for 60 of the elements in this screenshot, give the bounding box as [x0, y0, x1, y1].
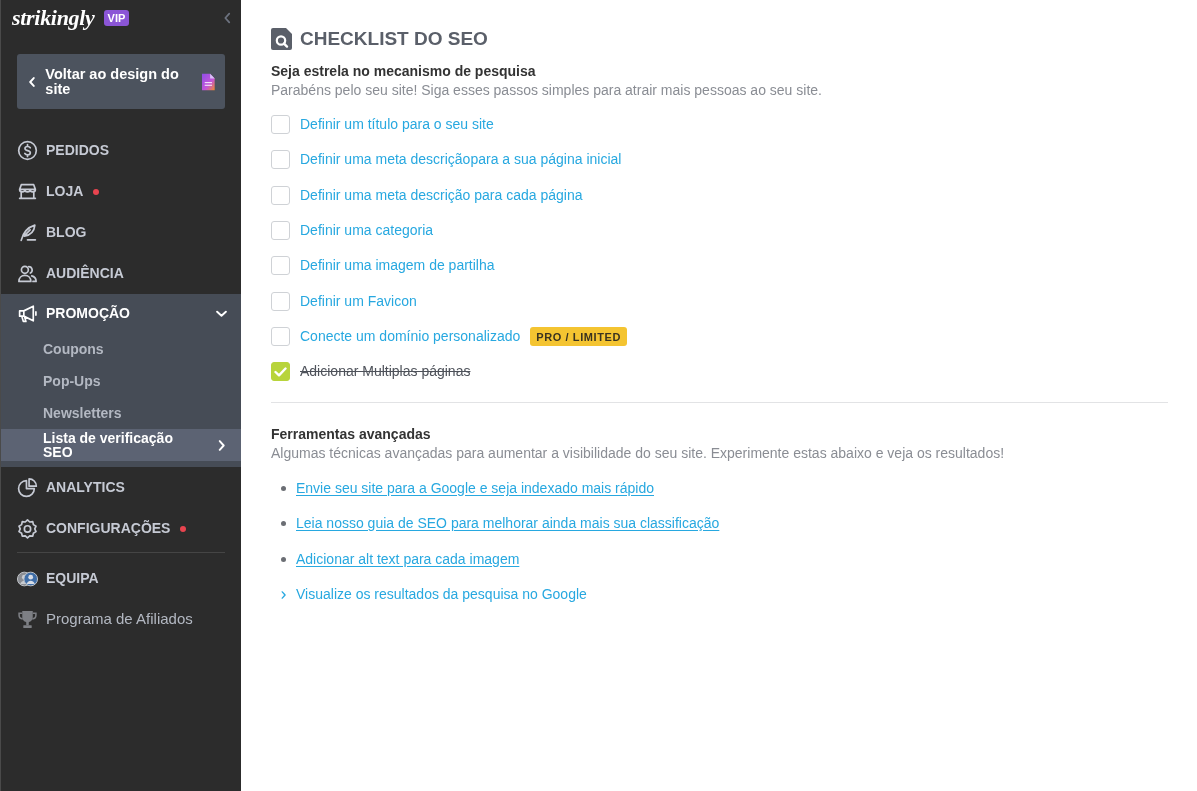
chevron-left-icon — [29, 75, 36, 88]
checklist-link[interactable]: Definir uma imagem de partilha — [300, 255, 495, 277]
checkbox[interactable] — [271, 326, 290, 346]
bullet-icon — [281, 556, 286, 562]
feather-icon — [17, 222, 38, 243]
checkbox[interactable] — [271, 185, 290, 205]
nav-item[interactable]: PEDIDOS — [1, 130, 241, 171]
section-description: Parabéns pelo seu site! Siga esses passos simples para atrair mais pessoas ao seu site. — [271, 81, 823, 100]
megaphone-icon — [17, 303, 38, 324]
checkbox[interactable] — [271, 256, 290, 276]
bullet-icon — [281, 485, 286, 491]
nav-item[interactable]: LOJA — [1, 171, 241, 212]
checklist-link[interactable]: Adicionar Multiplas páginas — [300, 361, 471, 383]
checklist-link[interactable]: Definir uma categoria — [300, 220, 434, 242]
avatar-pair-icon — [17, 569, 38, 588]
checklist-link[interactable]: Definir um título para o seu site — [300, 114, 494, 136]
help-link[interactable]: Leia nosso guia de SEO para melhorar ainda mais sua classificação — [296, 513, 720, 535]
submenu-item[interactable]: Pop-Ups — [1, 365, 241, 397]
dollar-icon — [17, 140, 38, 161]
bullet-icon — [281, 521, 286, 527]
trophy-icon — [17, 610, 38, 629]
section-heading: Seja estrela no mecanismo de pesquisa — [271, 62, 537, 80]
submenu-item[interactable]: Coupons — [1, 333, 241, 365]
checklist-link[interactable]: Definir um Favicon — [300, 290, 417, 312]
submenu-item[interactable]: Newsletters — [1, 397, 241, 429]
nav-item[interactable]: EQUIPA — [1, 558, 241, 599]
search-tile-icon — [271, 28, 292, 50]
checkbox[interactable] — [271, 362, 290, 382]
brand-logo[interactable]: strikingly — [12, 7, 95, 29]
document-icon — [202, 72, 215, 91]
checklist-link[interactable]: Conecte um domínio personalizado — [300, 325, 521, 347]
expander-link[interactable]: Visualize os resultados da pesquisa no Google — [296, 584, 587, 606]
nav-item[interactable]: ANALYTICS — [1, 467, 241, 508]
collapse-button[interactable] — [222, 12, 233, 24]
nav-item[interactable]: BLOG — [1, 212, 241, 253]
checklist-link[interactable]: Definir uma meta descriçãopara a sua página inicial — [300, 149, 622, 171]
nav-item[interactable]: AUDIÊNCIA — [1, 253, 241, 294]
plan-badge: PRO / LIMITED — [530, 326, 628, 346]
back-to-design-button[interactable]: Voltar ao design do site — [17, 54, 225, 109]
store-icon — [17, 181, 38, 202]
help-link[interactable]: Envie seu site para a Google e seja indexado mais rápido — [296, 477, 654, 499]
gear-icon — [17, 518, 38, 539]
section-heading: Ferramentas avançadas — [271, 425, 432, 444]
checkbox[interactable] — [271, 291, 290, 311]
page-title: CHECKLIST DO SEO — [300, 28, 488, 50]
nav-item[interactable]: Programa de Afiliados — [1, 599, 241, 640]
vip-badge: VIP — [103, 9, 130, 27]
chevron-left-icon — [224, 12, 231, 24]
checkbox[interactable] — [271, 221, 290, 241]
checkbox[interactable] — [271, 150, 290, 170]
pie-chart-icon — [17, 477, 38, 498]
section-description: Algumas técnicas avançadas para aumentar a visibilidade do seu site. Experimente estas abaixo e veja os resultados! — [271, 444, 1006, 464]
help-link[interactable]: Adicionar alt text para cada imagem — [296, 548, 520, 570]
nav-item[interactable]: CONFIGURAÇÕES — [1, 508, 241, 549]
nav-item[interactable]: PROMOÇÃO — [1, 294, 241, 333]
chevron-right-icon — [218, 439, 225, 451]
users-icon — [17, 263, 38, 284]
submenu-item[interactable]: Lista de verificação SEO — [1, 429, 241, 461]
checklist-link[interactable]: Definir uma meta descrição para cada página — [300, 184, 583, 206]
checkbox[interactable] — [271, 115, 290, 135]
